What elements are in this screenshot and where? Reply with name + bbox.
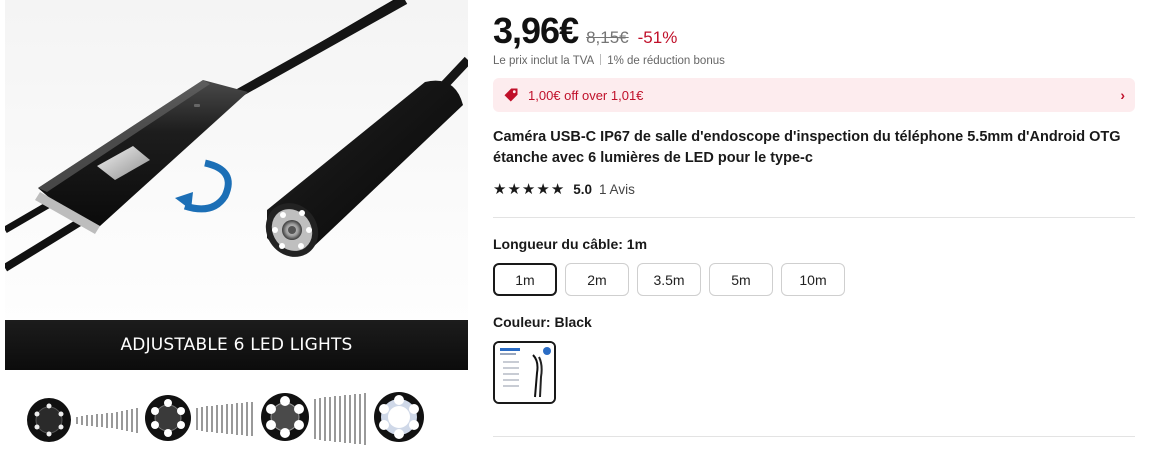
star-icon: ★: [521, 181, 536, 198]
product-info-panel: 3,96€ 8,15€ -51% Le prix inclut la TVA 1%…: [493, 0, 1135, 449]
endoscope-illustration: [5, 0, 468, 272]
review-count[interactable]: 1 Avis: [599, 182, 635, 197]
promo-text: 1,00€ off over 1,01€: [528, 87, 644, 103]
star-icon: ★: [536, 181, 550, 198]
price-notes: Le prix inclut la TVA 1% de réduction bon…: [493, 54, 725, 67]
cable-length-options: 1m 2m 3.5m 5m 10m: [493, 263, 845, 296]
promo-banner[interactable]: 1,00€ off over 1,01€ ›: [493, 78, 1135, 112]
divider: [493, 217, 1135, 218]
price-row: 3,96€ 8,15€ -51%: [493, 10, 677, 52]
banner-text: ADJUSTABLE 6 LED LIGHTS: [120, 335, 353, 355]
rating-summary[interactable]: ★ ★ ★ ★ ★ 5.0 1 Avis: [493, 182, 635, 197]
feature-banner: ADJUSTABLE 6 LED LIGHTS: [5, 320, 468, 370]
discount-badge: -51%: [637, 28, 678, 47]
option-name: Longueur du câble:: [493, 236, 623, 252]
led-level-strip: [5, 372, 468, 449]
option-value: 1m: [626, 236, 648, 252]
color-label: Couleur: Black: [493, 314, 592, 330]
option-name: Couleur:: [493, 314, 551, 330]
star-rating: ★ ★ ★ ★ ★: [493, 182, 564, 197]
star-icon: ★: [550, 181, 565, 198]
chevron-right-icon: ›: [1120, 87, 1125, 103]
option-value: Black: [554, 314, 592, 330]
star-icon: ★: [493, 181, 507, 198]
divider: [600, 54, 602, 65]
product-image[interactable]: [5, 0, 468, 370]
product-title: Caméra USB-C IP67 de salle d'endoscope d…: [493, 129, 1121, 166]
tax-note: Le prix inclut la TVA: [493, 55, 595, 67]
cable-length-label: Longueur du câble: 1m: [493, 236, 647, 252]
current-price: 3,96€: [493, 10, 579, 51]
length-option-2m[interactable]: 2m: [565, 263, 629, 296]
rating-score: 5.0: [573, 182, 593, 197]
tag-icon: [504, 88, 518, 102]
star-icon: ★: [507, 181, 521, 198]
divider: [493, 436, 1135, 437]
length-option-5m[interactable]: 5m: [709, 263, 773, 296]
length-option-3-5m[interactable]: 3.5m: [637, 263, 701, 296]
color-option-black[interactable]: [493, 341, 556, 404]
led-level-illustration: [27, 392, 424, 445]
length-option-10m[interactable]: 10m: [781, 263, 845, 296]
original-price: 8,15€: [586, 28, 629, 47]
length-option-1m[interactable]: 1m: [493, 263, 557, 296]
color-thumbnail-image: [495, 343, 554, 402]
bonus-note: 1% de réduction bonus: [607, 55, 725, 67]
